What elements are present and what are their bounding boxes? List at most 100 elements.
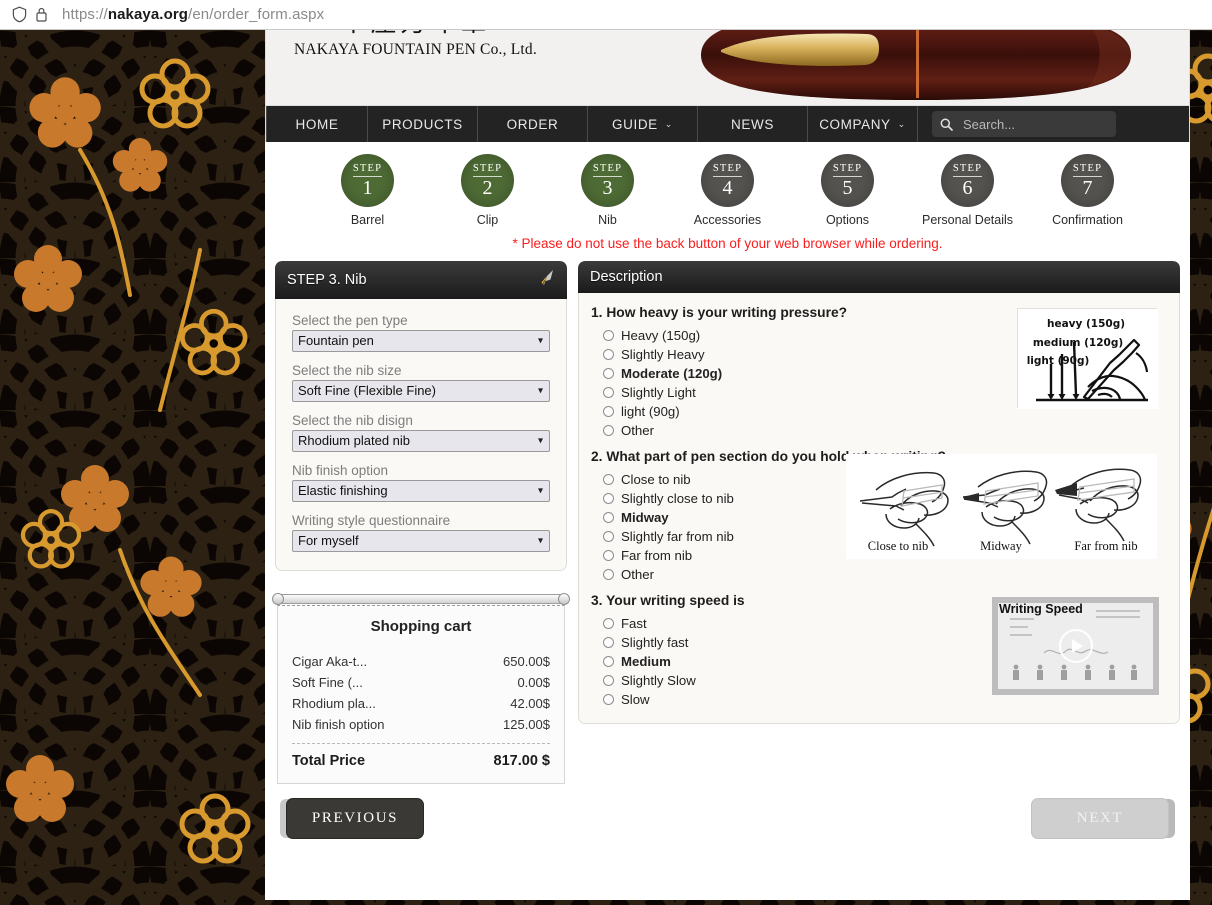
radio-circle-icon	[603, 330, 614, 341]
site-logo[interactable]: 中屋万年筆 NAKAYA FOUNTAIN PEN Co., Ltd.	[294, 30, 537, 59]
cart-body: Shopping cart Cigar Aka-t... 650.00$ Sof…	[277, 605, 565, 784]
option-label: Slightly Light	[621, 385, 696, 400]
right-column: Description 1. How heavy is your writing…	[578, 261, 1180, 724]
browser-url-bar[interactable]: https://nakaya.org/en/order_form.aspx	[0, 0, 1212, 30]
nav-item-products[interactable]: PRODUCTS	[368, 106, 478, 142]
nav-item-order[interactable]: ORDER	[478, 106, 588, 142]
field-nib-finish-option: Nib finish option Elastic finishing ▾	[292, 463, 550, 502]
nav-label: HOME	[295, 116, 339, 132]
shopping-cart: Shopping cart Cigar Aka-t... 650.00$ Sof…	[272, 593, 570, 784]
nav-item-guide[interactable]: GUIDE ⌄	[588, 106, 698, 142]
url-prefix: https://	[62, 6, 108, 23]
step-item-personal-details[interactable]: STEP 6 Personal Details	[908, 154, 1028, 227]
step-word: STEP	[832, 163, 863, 177]
nib-design-select[interactable]: Rhodium plated nib	[292, 430, 550, 452]
radio-circle-icon	[603, 425, 614, 436]
writing-style-select[interactable]: For myself	[292, 530, 550, 552]
content-columns: STEP 3. Nib Select the pen type Fountain…	[265, 261, 1190, 784]
radio-circle-icon	[603, 694, 614, 705]
nib-form: Select the pen type Fountain pen ▾ Selec…	[275, 299, 567, 571]
option-label: Slightly Heavy	[621, 347, 705, 362]
radio-option-other[interactable]: Other	[591, 565, 1165, 584]
option-label: Heavy (150g)	[621, 328, 701, 343]
diagram-caption-heavy: heavy (150g)	[1047, 318, 1125, 330]
option-label: Slightly far from nib	[621, 529, 734, 544]
diagram-caption-far-from-nib: Far from nib	[1074, 539, 1137, 553]
cart-item-price: 42.00$	[510, 696, 550, 711]
option-label: Slow	[621, 692, 650, 707]
cart-total-label: Total Price	[292, 753, 366, 769]
nav-label: ORDER	[506, 116, 559, 132]
step-item-confirmation[interactable]: STEP 7 Confirmation	[1028, 154, 1148, 227]
option-label: Other	[621, 423, 654, 438]
cart-item-price: 0.00$	[517, 675, 550, 690]
cart-row: Rhodium pla... 42.00$	[292, 693, 550, 714]
radio-circle-icon	[603, 637, 614, 648]
description-panel-header: Description	[578, 261, 1180, 293]
cart-item-name: Rhodium pla...	[292, 696, 376, 711]
search-box[interactable]	[932, 111, 1116, 137]
radio-circle-icon	[603, 493, 614, 504]
cart-top-decoration	[272, 593, 570, 605]
play-button-icon[interactable]	[1058, 629, 1093, 663]
step-item-clip[interactable]: STEP 2 Clip	[428, 154, 548, 227]
cart-item-name: Cigar Aka-t...	[292, 654, 368, 669]
step-item-barrel[interactable]: STEP 1 Barrel	[308, 154, 428, 227]
nav-item-home[interactable]: HOME	[266, 106, 368, 142]
nib-size-select[interactable]: Soft Fine (Flexible Fine)	[292, 380, 550, 402]
option-label: Fast	[621, 616, 647, 631]
previous-button[interactable]: PREVIOUS	[286, 798, 424, 839]
radio-option-other[interactable]: Other	[591, 421, 1165, 440]
cart-total-value: 817.00 $	[493, 753, 550, 769]
description-panel: Description 1. How heavy is your writing…	[578, 261, 1180, 724]
question-block-writing-pressure: 1. How heavy is your writing pressure? H…	[591, 305, 1165, 440]
step-label: Nib	[598, 213, 617, 227]
step-item-nib[interactable]: STEP 3 Nib	[548, 154, 668, 227]
next-button[interactable]: NEXT	[1031, 798, 1169, 839]
radio-circle-icon	[603, 474, 614, 485]
radio-circle-icon	[603, 368, 614, 379]
field-label: Writing style questionnaire	[292, 513, 451, 528]
step-circle: STEP 6	[941, 154, 994, 207]
step-item-options[interactable]: STEP 5 Options	[788, 154, 908, 227]
site-header: 中屋万年筆 NAKAYA FOUNTAIN PEN Co., Ltd.	[265, 30, 1190, 106]
chevron-down-icon: ⌄	[897, 118, 906, 129]
diagram-caption-close-to-nib: Close to nib	[868, 539, 928, 553]
nav-label: PRODUCTS	[382, 116, 463, 132]
diagram-caption-light: light (90g)	[1027, 355, 1090, 367]
back-button-warning: * Please do not use the back button of y…	[512, 236, 943, 251]
option-label: Slightly Slow	[621, 673, 696, 688]
nav-item-company[interactable]: COMPANY ⌄	[808, 106, 918, 142]
step-label: Options	[825, 213, 870, 227]
cart-item-price: 650.00$	[503, 654, 550, 669]
nib-finish-select[interactable]: Elastic finishing	[292, 480, 550, 502]
step-label: Barrel	[350, 213, 385, 227]
radio-circle-icon	[603, 550, 614, 561]
field-pen-type: Select the pen type Fountain pen ▾	[292, 313, 550, 352]
nav-label: GUIDE	[612, 116, 658, 132]
search-input[interactable]	[961, 115, 1101, 133]
writing-speed-video[interactable]: Writing Speed	[992, 597, 1159, 695]
cart-row: Nib finish option 125.00$	[292, 714, 550, 735]
field-writing-style-questionnaire: Writing style questionnaire For myself ▾	[292, 513, 550, 552]
cart-row: Cigar Aka-t... 650.00$	[292, 651, 550, 672]
step-circle: STEP 1	[341, 154, 394, 207]
cart-divider	[292, 743, 550, 744]
hero-pen-image	[701, 30, 1131, 100]
radio-circle-icon	[603, 656, 614, 667]
step-item-accessories[interactable]: STEP 4 Accessories	[668, 154, 788, 227]
option-label: Other	[621, 567, 654, 582]
step-word: STEP	[1072, 163, 1103, 177]
step-number: 3	[602, 176, 613, 199]
logo-japanese-mark: 中屋万年筆	[294, 30, 537, 38]
step-circle: STEP 2	[461, 154, 514, 207]
nav-item-news[interactable]: NEWS	[698, 106, 808, 142]
question-block-pen-hold: 2. What part of pen section do you hold …	[591, 449, 1165, 584]
step-word: STEP	[472, 163, 503, 177]
cart-item-price: 125.00$	[503, 717, 550, 732]
pen-type-select[interactable]: Fountain pen	[292, 330, 550, 352]
field-label: Select the pen type	[292, 313, 408, 328]
cart-title: Shopping cart	[370, 618, 472, 635]
radio-circle-icon	[603, 512, 614, 523]
step-number: 7	[1082, 176, 1093, 199]
